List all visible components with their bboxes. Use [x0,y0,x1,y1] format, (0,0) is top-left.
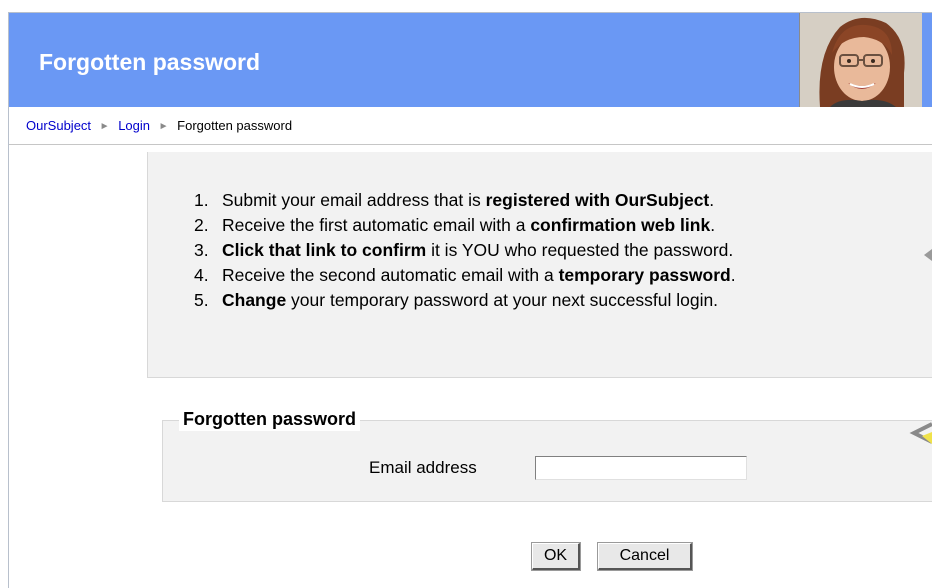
instruction-emphasis: Change [222,290,287,310]
instruction-number: 5. [194,290,209,310]
arrow-left-icon [924,249,932,261]
instructions-panel: 1. Submit your email address that is regi… [147,152,932,378]
breadcrumb-current: Forgotten password [177,118,293,133]
instruction-text: your temporary password at your next suc… [286,290,719,310]
ok-button[interactable]: OK [532,543,580,570]
breadcrumb: OurSubject ► Login ► Forgotten password [9,107,932,145]
instruction-emphasis: Click that link to confirm [222,240,427,260]
page-header: Forgotten password [9,13,932,107]
instruction-text: . [710,215,716,235]
instruction-emphasis: confirmation web link [530,215,711,235]
instruction-number: 3. [194,240,209,260]
instruction-item: 4. Receive the second automatic email wit… [194,263,736,288]
instruction-number: 2. [194,215,209,235]
instruction-number: 4. [194,265,209,285]
instruction-text: Submit your email address that is [222,190,486,210]
breadcrumb-link-login[interactable]: Login [118,118,150,133]
instruction-text: it is YOU who requested the password. [426,240,734,260]
instruction-item: 1. Submit your email address that is regi… [194,188,736,213]
form-legend: Forgotten password [179,407,361,431]
email-input[interactable] [535,456,747,480]
user-photo-icon [800,13,922,107]
instruction-item: 3. Click that link to confirm it is YOU w… [194,238,736,263]
instruction-emphasis: temporary password [558,265,731,285]
page-title: Forgotten password [39,49,261,75]
breadcrumb-separator-icon: ► [158,121,169,132]
breadcrumb-separator-icon: ► [99,121,110,132]
instruction-item: 5. Change your temporary password at your… [194,288,736,313]
forgotten-password-form: Forgotten password Email address [162,407,932,502]
breadcrumb-link-oursubject[interactable]: OurSubject [26,118,91,133]
email-label: Email address [369,458,477,477]
instruction-text: Receive the second automatic email with … [222,265,559,285]
instruction-text: . [709,190,715,210]
user-photo [799,13,922,107]
instruction-text: Receive the first automatic email with a [222,215,531,235]
instruction-number: 1. [194,190,209,210]
instruction-emphasis: registered with OurSubject [485,190,710,210]
cancel-button[interactable]: Cancel [598,543,692,570]
instructions-list: 1. Submit your email address that is regi… [194,188,736,313]
arrow-pointer-icon [909,422,932,444]
instruction-text: . [730,265,736,285]
instruction-item: 2. Receive the first automatic email with… [194,213,736,238]
